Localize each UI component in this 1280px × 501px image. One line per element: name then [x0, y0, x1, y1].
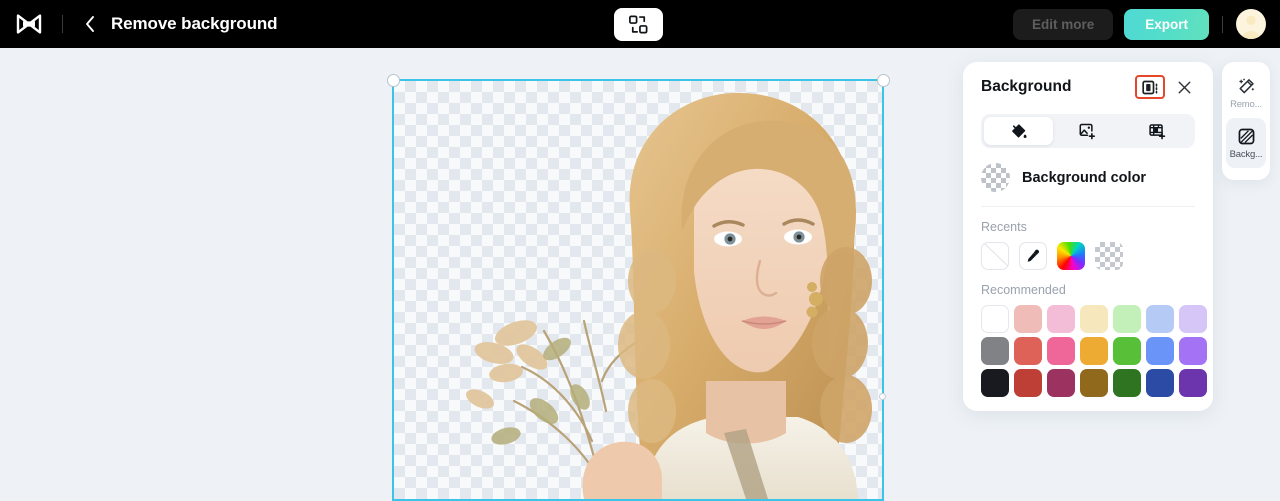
color-swatch-0-1[interactable] [1014, 305, 1042, 333]
recommended-swatch-grid [981, 305, 1207, 397]
eyedropper-swatch[interactable] [1019, 242, 1047, 270]
color-swatch-2-3[interactable] [1080, 369, 1108, 397]
capcut-logo-icon[interactable] [14, 9, 44, 39]
export-button[interactable]: Export [1124, 8, 1209, 40]
tool-rail: Remo... Backg... [1222, 62, 1270, 180]
page-title: Remove background [111, 14, 278, 33]
recents-swatches [981, 242, 1195, 270]
recommended-label: Recommended [981, 283, 1066, 297]
rail-label-remove: Remo... [1230, 98, 1262, 110]
rail-item-background[interactable]: Backg... [1226, 118, 1266, 168]
subject-image[interactable] [394, 81, 882, 499]
color-swatch-0-2[interactable] [1047, 305, 1075, 333]
color-wheel-swatch[interactable] [1057, 242, 1085, 270]
color-swatch-1-1[interactable] [1014, 337, 1042, 365]
close-icon[interactable] [1173, 76, 1195, 98]
color-swatch-0-5[interactable] [1146, 305, 1174, 333]
background-color-label: Background color [1022, 169, 1147, 186]
back-button[interactable] [79, 13, 101, 35]
color-swatch-2-5[interactable] [1146, 369, 1174, 397]
topbar-divider-2 [1222, 15, 1223, 33]
panel-header: Background [981, 62, 1195, 112]
background-color-row[interactable]: Background color [981, 148, 1195, 207]
color-swatch-0-0[interactable] [981, 305, 1009, 333]
user-avatar-icon[interactable] [1236, 9, 1266, 39]
transparent-swatch[interactable] [1095, 242, 1123, 270]
resize-handle-middle-right[interactable] [878, 393, 886, 400]
color-swatch-2-0[interactable] [981, 369, 1009, 397]
color-swatch-1-6[interactable] [1179, 337, 1207, 365]
edit-more-button[interactable]: Edit more [1012, 8, 1114, 40]
color-swatch-1-5[interactable] [1146, 337, 1174, 365]
color-swatch-1-4[interactable] [1113, 337, 1141, 365]
top-bar: Remove background Edit more Export [0, 0, 1280, 48]
topbar-divider [62, 15, 63, 33]
color-swatch-1-3[interactable] [1080, 337, 1108, 365]
resize-handle-top-right[interactable] [876, 73, 890, 87]
background-panel: Background Background color Recents Reco… [963, 62, 1213, 411]
color-swatch-1-2[interactable] [1047, 337, 1075, 365]
tab-background-image[interactable] [1053, 117, 1122, 145]
recents-label: Recents [981, 220, 1027, 234]
color-swatch-2-2[interactable] [1047, 369, 1075, 397]
tab-background-color[interactable] [984, 117, 1054, 145]
magic-wand-icon [1238, 78, 1254, 93]
color-swatch-2-1[interactable] [1014, 369, 1042, 397]
transparent-checker-circle-icon [981, 163, 1010, 192]
color-swatch-2-4[interactable] [1113, 369, 1141, 397]
color-swatch-2-6[interactable] [1179, 369, 1207, 397]
none-swatch[interactable] [981, 242, 1009, 270]
image-selection-frame[interactable] [386, 73, 890, 501]
tab-background-video[interactable] [1123, 117, 1192, 145]
compare-swap-icon[interactable] [614, 8, 663, 41]
panel-title: Background [981, 78, 1072, 95]
background-type-tabs [981, 114, 1195, 148]
color-swatch-1-0[interactable] [981, 337, 1009, 365]
rail-item-remove[interactable]: Remo... [1226, 68, 1266, 118]
hatched-square-icon [1238, 128, 1254, 144]
rail-label-background: Backg... [1229, 148, 1263, 160]
color-swatch-0-4[interactable] [1113, 305, 1141, 333]
collapse-panel-icon[interactable] [1135, 75, 1165, 99]
topbar-actions: Edit more Export [1012, 0, 1266, 48]
color-swatch-0-3[interactable] [1080, 305, 1108, 333]
color-swatch-0-6[interactable] [1179, 305, 1207, 333]
resize-handle-top-left[interactable] [386, 73, 400, 87]
